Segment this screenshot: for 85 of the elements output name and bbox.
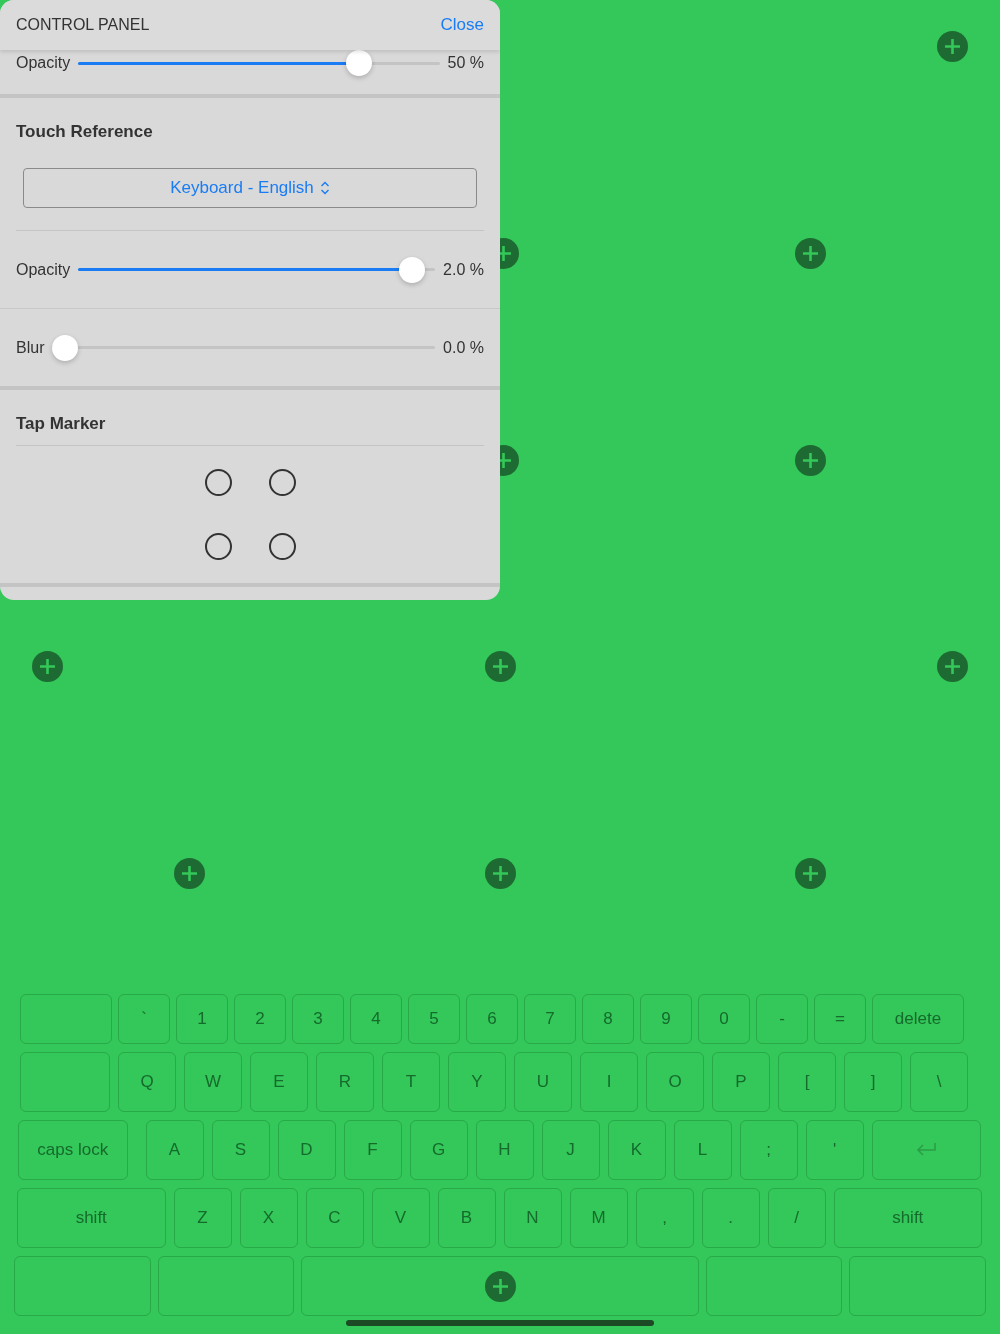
section-title: Touch Reference xyxy=(15,121,154,143)
keyboard-key[interactable]: ; xyxy=(739,1120,798,1180)
keyboard-key[interactable]: - xyxy=(756,994,808,1044)
slider-thumb[interactable] xyxy=(346,50,373,76)
keyboard-key[interactable]: Z xyxy=(173,1188,232,1248)
slider-track[interactable] xyxy=(78,256,436,283)
keyboard-key[interactable]: shift xyxy=(17,1188,166,1248)
keyboard-key[interactable]: , xyxy=(635,1188,694,1248)
dropdown-button[interactable]: Keyboard - English xyxy=(23,168,477,208)
keyboard-key[interactable]: 2 xyxy=(234,994,286,1044)
keyboard-key[interactable]: \ xyxy=(910,1052,968,1112)
keyboard-key[interactable]: 3 xyxy=(292,994,344,1044)
keyboard-key[interactable]: A xyxy=(145,1120,204,1180)
keyboard-key[interactable]: W xyxy=(184,1052,242,1112)
slider-track[interactable] xyxy=(78,50,440,76)
marker-option[interactable] xyxy=(268,469,296,496)
keyboard-key[interactable]: = xyxy=(814,994,866,1044)
plus-icon[interactable] xyxy=(936,650,968,682)
keyboard-key[interactable]: 7 xyxy=(524,994,576,1044)
keyboard-key[interactable]: / xyxy=(767,1188,826,1248)
slider-label: Opacity xyxy=(16,54,71,72)
keyboard-key[interactable]: ] xyxy=(844,1052,902,1112)
return-icon xyxy=(915,1142,938,1158)
keyboard-key[interactable]: F xyxy=(343,1120,402,1180)
keyboard-key[interactable]: ' xyxy=(805,1120,864,1180)
plus-icon[interactable] xyxy=(484,650,516,682)
panel-title: CONTROL PANEL xyxy=(16,16,150,34)
slider-value: 50 % xyxy=(447,54,484,72)
plus-icon[interactable] xyxy=(173,857,205,889)
plus-icon[interactable] xyxy=(484,1270,516,1302)
keyboard-key[interactable]: X xyxy=(239,1188,298,1248)
marker-option[interactable] xyxy=(268,533,296,560)
chevron-updown-icon xyxy=(319,181,330,195)
keyboard-key[interactable]: shift xyxy=(833,1188,982,1248)
keyboard-key[interactable]: M xyxy=(569,1188,628,1248)
marker-option[interactable] xyxy=(204,469,232,496)
keyboard-key[interactable]: caps lock xyxy=(18,1120,128,1180)
plus-icon[interactable] xyxy=(794,237,826,269)
keyboard-key[interactable]: 6 xyxy=(466,994,518,1044)
keyboard-key[interactable]: delete xyxy=(872,994,964,1044)
keyboard-key[interactable]: H xyxy=(475,1120,534,1180)
section-title: Tap Marker xyxy=(16,390,484,446)
keyboard-key[interactable] xyxy=(301,1256,699,1316)
keyboard-key[interactable]: L xyxy=(673,1120,732,1180)
keyboard-key[interactable]: B xyxy=(437,1188,496,1248)
keyboard-key[interactable]: [ xyxy=(778,1052,836,1112)
keyboard-key[interactable]: K xyxy=(607,1120,666,1180)
keyboard-key[interactable]: 4 xyxy=(350,994,402,1044)
keyboard-key[interactable]: ` xyxy=(118,994,170,1044)
slider-label: Opacity xyxy=(16,260,71,279)
keyboard-key[interactable]: S xyxy=(211,1120,270,1180)
slider-value: 0.0 % xyxy=(443,338,484,357)
plus-icon[interactable] xyxy=(794,857,826,889)
keyboard-key[interactable]: 8 xyxy=(582,994,634,1044)
keyboard-key[interactable]: V xyxy=(371,1188,430,1248)
plus-icon[interactable] xyxy=(31,650,63,682)
keyboard-key[interactable]: U xyxy=(514,1052,572,1112)
keyboard-key[interactable]: E xyxy=(250,1052,308,1112)
keyboard-key[interactable]: N xyxy=(503,1188,562,1248)
keyboard-key[interactable]: D xyxy=(277,1120,336,1180)
slider-thumb[interactable] xyxy=(399,256,426,283)
keyboard-key[interactable]: 0 xyxy=(698,994,750,1044)
keyboard-key[interactable]: G xyxy=(409,1120,468,1180)
slider-label: Blur xyxy=(16,338,45,357)
keyboard-key[interactable]: J xyxy=(541,1120,600,1180)
keyboard-key[interactable]: 1 xyxy=(176,994,228,1044)
keyboard-key[interactable]: P xyxy=(712,1052,770,1112)
keyboard-key[interactable]: 9 xyxy=(640,994,692,1044)
plus-icon[interactable] xyxy=(484,857,516,889)
keyboard-key[interactable]: R xyxy=(316,1052,374,1112)
slider-thumb[interactable] xyxy=(52,334,79,361)
keyboard-key[interactable]: I xyxy=(580,1052,638,1112)
keyboard-key[interactable]: Y xyxy=(448,1052,506,1112)
keyboard-key[interactable]: 5 xyxy=(408,994,460,1044)
slider-value: 2.0 % xyxy=(443,260,484,279)
keyboard-key[interactable]: . xyxy=(701,1188,760,1248)
plus-icon[interactable] xyxy=(936,30,968,62)
marker-option[interactable] xyxy=(204,533,232,560)
close-button[interactable]: Close xyxy=(440,15,484,35)
keyboard-key[interactable]: T xyxy=(382,1052,440,1112)
keyboard-key[interactable]: C xyxy=(305,1188,364,1248)
keyboard-key[interactable]: O xyxy=(646,1052,704,1112)
plus-icon[interactable] xyxy=(794,444,826,476)
slider-track[interactable] xyxy=(52,334,436,361)
keyboard-key[interactable]: Q xyxy=(118,1052,176,1112)
